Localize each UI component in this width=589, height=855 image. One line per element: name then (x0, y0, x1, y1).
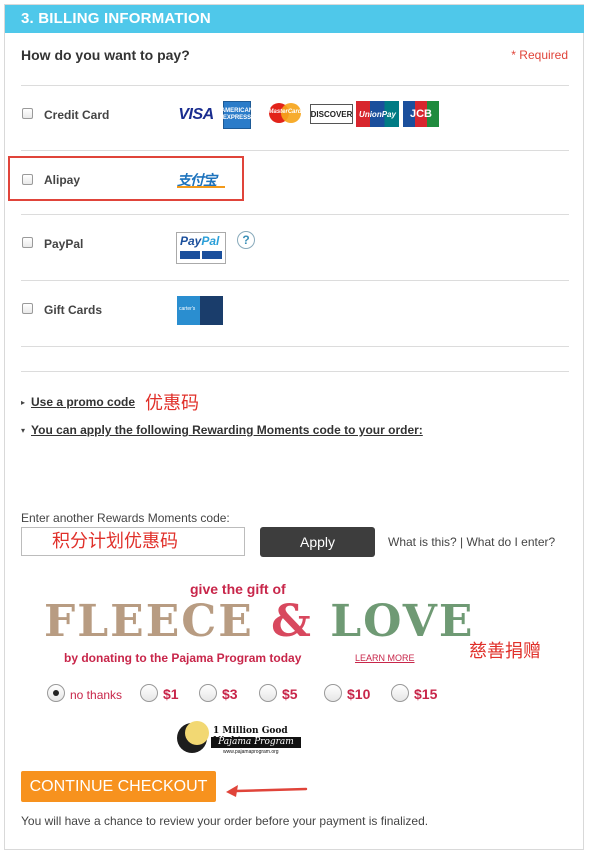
divider (21, 150, 569, 151)
continue-checkout-button[interactable]: CONTINUE CHECKOUT (21, 771, 216, 802)
required-note: * Required (511, 48, 568, 62)
charity-annotation: 慈善捐赠 (469, 641, 541, 661)
donation-radio-10[interactable] (324, 684, 342, 702)
payment-question: How do you want to pay? (21, 47, 190, 63)
gift-cards-label: Gift Cards (44, 303, 103, 317)
fleece-banner-title: FLEECE & LOVE (44, 598, 474, 646)
pajama-logo-line2: Pajama Program (211, 737, 301, 748)
promo-code-link[interactable]: Use a promo code (31, 395, 135, 409)
rewards-code-input[interactable]: 积分计划优惠码 (21, 527, 245, 556)
rewards-code-link[interactable]: You can apply the following Rewarding Mo… (31, 423, 423, 437)
arrow-left-icon (226, 785, 308, 797)
divider (21, 371, 569, 372)
gift-card-logo: carter's (177, 296, 223, 325)
discover-logo: DISCOVER (310, 104, 353, 124)
paypal-logo: PayPal (176, 232, 226, 264)
fleece-word: FLEECE (44, 596, 254, 647)
rewards-code-label: Enter another Rewards Moments code: (21, 511, 230, 525)
credit-card-label: Credit Card (44, 108, 110, 122)
donation-radio-1[interactable] (140, 684, 158, 702)
visa-logo: VISA (178, 106, 214, 123)
fleece-and: & (271, 596, 313, 647)
love-word: LOVE (330, 596, 475, 647)
mastercard-text: MasterCard (268, 109, 302, 115)
divider (21, 214, 569, 215)
divider (21, 346, 569, 347)
learn-more-link[interactable]: LEARN MORE (355, 653, 415, 663)
pajama-program-logo: 1 Million Good Nights Pajama Program www… (171, 715, 301, 757)
gift-cards-checkbox[interactable] (22, 303, 33, 314)
gift-card-logo-text: carter's (179, 306, 196, 312)
paypal-help-icon[interactable]: ? (237, 231, 255, 249)
donation-radio-15[interactable] (391, 684, 409, 702)
donation-radio-3[interactable] (199, 684, 217, 702)
amex-logo: AMERICAN EXPRESS (221, 101, 253, 129)
alipay-label: Alipay (44, 173, 81, 187)
jcb-logo: JCB (403, 101, 439, 127)
mastercard-logo: MasterCard (266, 101, 304, 127)
donation-label-5: $5 (282, 686, 298, 702)
apply-button[interactable]: Apply (260, 527, 375, 557)
rewards-help-links[interactable]: What is this? | What do I enter? (388, 535, 555, 549)
fleece-banner-bottom: by donating to the Pajama Program today (64, 651, 302, 665)
alipay-logo-underline (177, 186, 225, 188)
donation-radio-5[interactable] (259, 684, 277, 702)
credit-card-checkbox[interactable] (22, 108, 33, 119)
paypal-logo-pay: Pay (180, 234, 202, 248)
donation-radio-no-thanks[interactable] (47, 684, 65, 702)
unionpay-logo: UnionPay (356, 101, 399, 127)
paypal-label: PayPal (44, 237, 84, 251)
donation-label-3: $3 (222, 686, 238, 702)
donation-label-15: $15 (414, 686, 438, 702)
donation-label-1: $1 (163, 686, 179, 702)
alipay-checkbox[interactable] (22, 174, 33, 185)
paypal-checkbox[interactable] (22, 237, 33, 248)
donation-label-10: $10 (347, 686, 371, 702)
promo-expand-icon[interactable]: ▸ (21, 398, 25, 407)
divider (21, 280, 569, 281)
paypal-logo-pal: Pal (201, 234, 220, 248)
divider (21, 85, 569, 86)
promo-annotation: 优惠码 (145, 393, 199, 413)
rewards-expand-icon[interactable]: ▾ (21, 426, 25, 435)
section-header: 3. BILLING INFORMATION (5, 5, 584, 33)
fleece-banner-top: give the gift of (190, 581, 286, 597)
donation-label-no-thanks: no thanks (70, 688, 123, 702)
pajama-logo-url: www.pajamaprogram.org (223, 749, 279, 755)
review-note: You will have a chance to review your or… (21, 814, 429, 828)
